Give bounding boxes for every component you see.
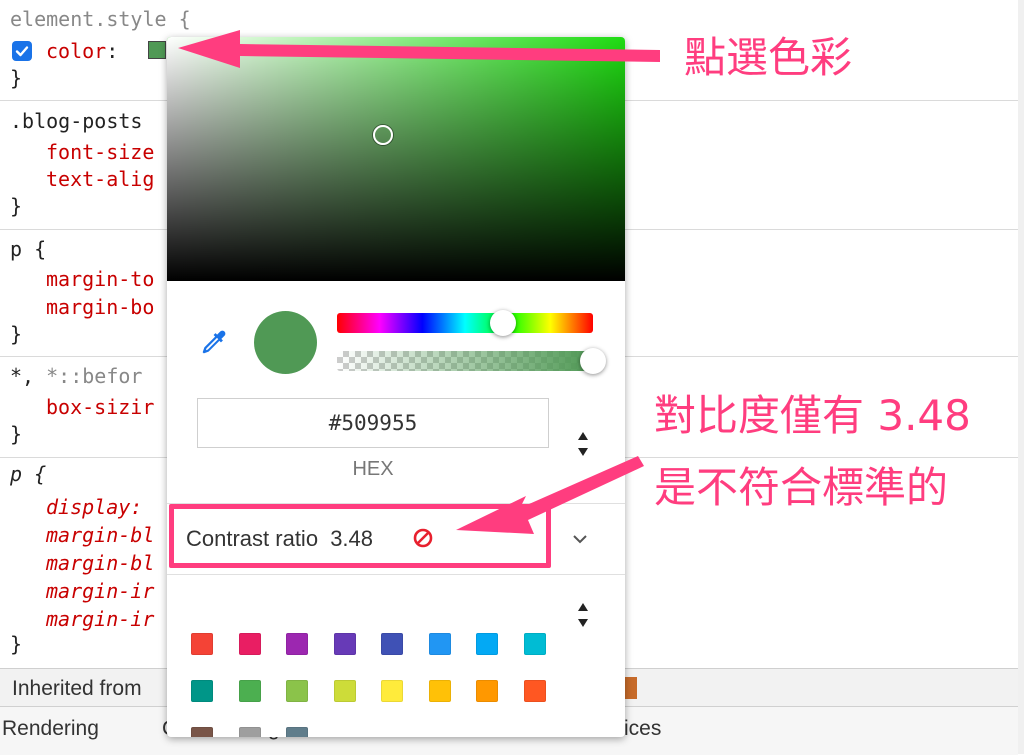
palette-swatch[interactable] [238, 680, 261, 702]
property-name[interactable]: margin-to [46, 265, 154, 293]
palette-swatch[interactable] [238, 633, 261, 655]
property-line: color: [46, 37, 118, 65]
palette-swatch[interactable] [428, 680, 451, 702]
alpha-slider[interactable] [337, 351, 593, 371]
alpha-gradient [337, 351, 593, 371]
palette-swatch[interactable] [476, 633, 498, 655]
rule-selector[interactable]: p { [10, 235, 46, 263]
hue-slider[interactable] [337, 313, 593, 333]
palette-swatch[interactable] [523, 633, 546, 655]
color-palette [167, 573, 625, 737]
alpha-slider-thumb[interactable] [580, 348, 606, 374]
palette-swatch[interactable] [333, 633, 356, 655]
tab-devices[interactable]: ices [624, 717, 661, 741]
annotation-pick-color: 點選色彩 [684, 33, 853, 82]
rule-close: } [10, 66, 23, 90]
checkbox-checked-icon[interactable] [12, 41, 32, 61]
color-swatch-button[interactable] [148, 41, 166, 59]
property-name[interactable]: font-size [46, 138, 154, 166]
eyedropper-icon[interactable] [197, 325, 231, 359]
property-name[interactable]: margin-ir [46, 577, 154, 605]
annotation-contrast-line1: 對比度僅有 3.48 [654, 391, 971, 440]
scrollbar[interactable] [1018, 0, 1024, 754]
selector-part: *, [10, 364, 47, 388]
selector-part: *::befor [46, 364, 143, 388]
up-down-arrows-icon[interactable] [575, 599, 591, 631]
palette-swatch[interactable] [286, 727, 308, 737]
rule-selector[interactable]: *, *::befor [10, 362, 142, 390]
color-cursor[interactable] [373, 125, 393, 145]
property-name[interactable]: margin-bl [46, 549, 154, 577]
rule-selector[interactable]: element.style { [10, 5, 191, 33]
annotation-contrast-line2: 是不符合標準的 [654, 463, 949, 512]
palette-swatch[interactable] [286, 680, 308, 702]
palette-swatch[interactable] [428, 633, 451, 655]
palette-swatch[interactable] [333, 680, 356, 702]
rule-close: } [10, 632, 23, 656]
format-label: HEX [352, 458, 394, 480]
property-name[interactable]: box-sizir [46, 393, 154, 421]
palette-swatch[interactable] [381, 680, 403, 702]
property-name[interactable]: display: [46, 493, 142, 521]
inherited-label: Inherited from [12, 677, 142, 700]
property-name[interactable]: margin-bl [46, 521, 154, 549]
palette-swatch[interactable] [476, 680, 498, 702]
contrast-highlight-box [169, 504, 551, 568]
palette-swatch[interactable] [191, 680, 213, 702]
palette-swatch[interactable] [191, 633, 213, 655]
hex-input[interactable]: #509955 [197, 398, 549, 448]
property-colon: : [106, 39, 119, 63]
rule-close: } [10, 422, 23, 446]
property-name[interactable]: margin-ir [46, 605, 154, 633]
saturation-value-area[interactable] [167, 37, 625, 281]
rule-close: } [10, 194, 23, 218]
tab-rendering[interactable]: Rendering [2, 717, 99, 741]
chevron-down-icon[interactable] [569, 528, 591, 550]
property-name[interactable]: margin-bo [46, 293, 154, 321]
palette-swatch[interactable] [523, 680, 546, 702]
palette-swatch[interactable] [238, 727, 261, 737]
up-down-arrows-icon[interactable] [575, 428, 591, 460]
rule-close: } [10, 322, 23, 346]
rule-selector[interactable]: .blog-posts [10, 107, 142, 135]
palette-swatch[interactable] [286, 633, 308, 655]
palette-swatch[interactable] [191, 727, 213, 737]
property-name[interactable]: text-alig [46, 165, 154, 193]
black-gradient [167, 37, 625, 281]
color-preview [254, 311, 317, 374]
property-name[interactable]: color [46, 39, 106, 63]
palette-swatch[interactable] [381, 633, 403, 655]
color-picker-popover: #509955 HEX Contrast ratio 3.48 [167, 37, 625, 737]
rule-selector[interactable]: p { [10, 460, 46, 488]
